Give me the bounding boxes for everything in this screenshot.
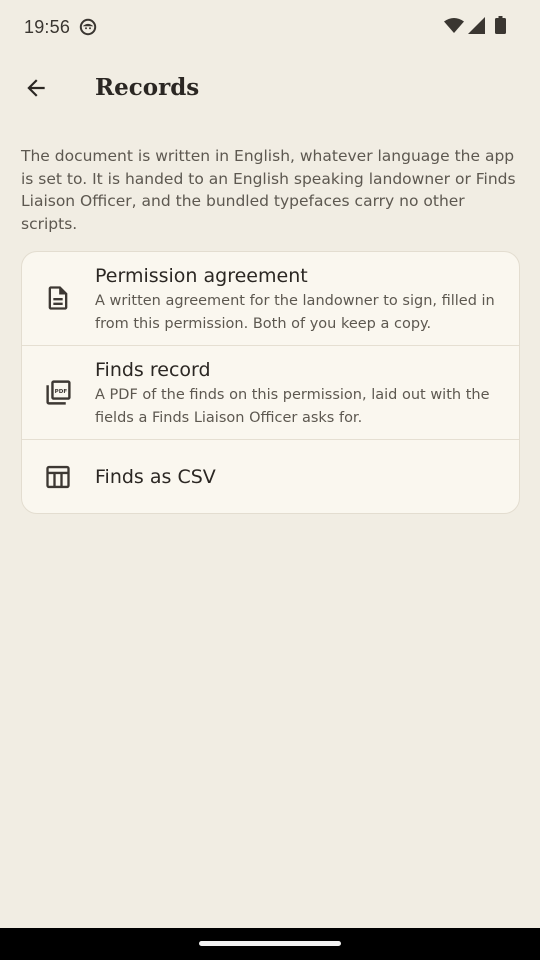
record-finds-record[interactable]: PDF Finds record A PDF of the finds on t… — [22, 346, 519, 440]
smiley-icon — [79, 18, 97, 36]
record-text: Finds as CSV — [95, 464, 501, 490]
arrow-back-icon — [23, 75, 49, 105]
back-button[interactable] — [12, 66, 60, 114]
table-icon — [43, 462, 73, 492]
app-bar: Records — [0, 56, 540, 128]
status-time: 19:56 — [24, 17, 71, 37]
svg-text:PDF: PDF — [54, 388, 67, 394]
record-text: Permission agreement A written agreement… — [95, 263, 501, 335]
pdf-icon: PDF — [43, 377, 73, 407]
cell-signal-icon — [468, 16, 485, 38]
record-title: Finds record — [95, 359, 211, 381]
navigation-bar — [0, 928, 540, 960]
record-finds-csv[interactable]: Finds as CSV — [22, 440, 519, 513]
records-list: Permission agreement A written agreement… — [21, 251, 520, 514]
home-gesture-handle[interactable] — [199, 941, 341, 946]
record-text: Finds record A PDF of the finds on this … — [95, 357, 501, 429]
record-permission-agreement[interactable]: Permission agreement A written agreement… — [22, 252, 519, 346]
record-title: Finds as CSV — [95, 466, 216, 488]
record-subtitle: A PDF of the finds on this permission, l… — [95, 387, 490, 426]
page-title: Records — [95, 74, 200, 101]
status-icons — [444, 16, 506, 38]
status-bar: 19:56 — [0, 0, 540, 56]
record-title: Permission agreement — [95, 265, 308, 287]
record-subtitle: A written agreement for the landowner to… — [95, 293, 495, 332]
wifi-icon — [444, 17, 464, 37]
intro-text: The document is written in English, what… — [21, 147, 516, 233]
document-icon — [43, 283, 73, 313]
battery-icon — [495, 16, 506, 38]
